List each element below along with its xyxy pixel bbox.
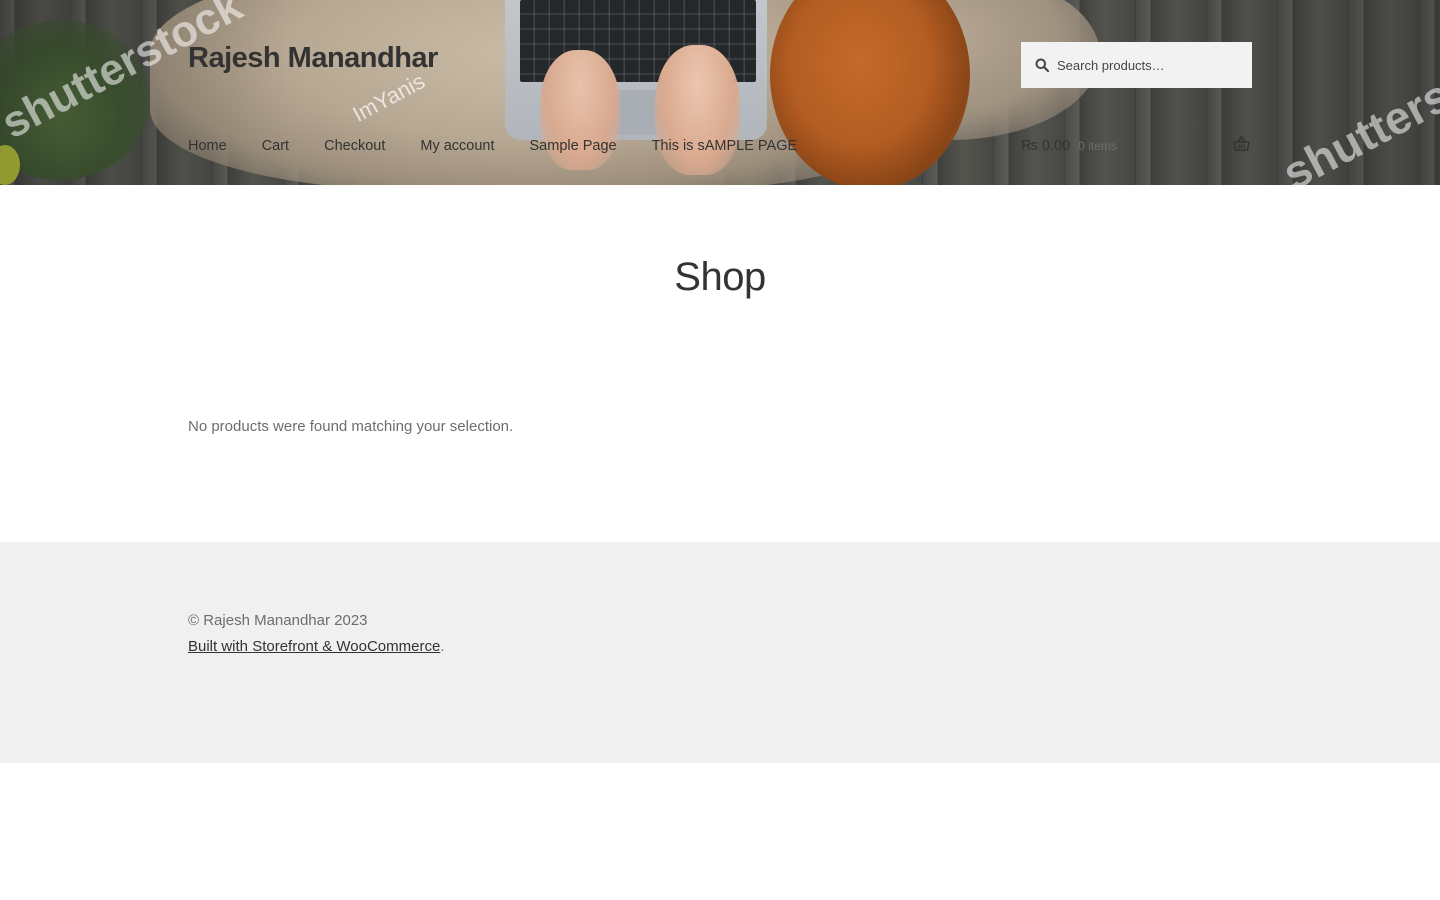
footer-credit-suffix: . — [440, 638, 445, 655]
header-image-laptop — [505, 0, 767, 140]
page-title: Shop — [674, 255, 766, 299]
site-branding: Rajesh Manandhar — [188, 42, 438, 75]
watermark-center: ImYanis — [348, 68, 429, 127]
header-image-keyboard — [520, 0, 756, 82]
watermark-right: shutterstock — [1273, 24, 1440, 185]
cart-amount: ₨ 0.00 — [1021, 138, 1071, 154]
nav-item-cart[interactable]: Cart — [262, 135, 289, 157]
nav-item-sample-page[interactable]: Sample Page — [530, 135, 617, 157]
footer-credit: Built with Storefront & WooCommerce. — [188, 638, 444, 655]
header-image-trackpad — [588, 90, 696, 135]
footer-copyright: © Rajesh Manandhar 2023 — [188, 612, 368, 629]
nav-item-this-is-sample-page[interactable]: This is sAMPLE PAGE — [652, 135, 798, 157]
shopping-basket-icon — [1233, 135, 1250, 156]
header-image-shade — [0, 0, 1440, 185]
cart-item-count: 0 items — [1078, 139, 1117, 153]
primary-navigation: Home Cart Checkout My account Sample Pag… — [188, 135, 832, 157]
header-image-blanket — [150, 0, 910, 185]
site-title-link[interactable]: Rajesh Manandhar — [188, 42, 438, 75]
header-image-dog — [770, 0, 970, 185]
footer-credit-link[interactable]: Built with Storefront & WooCommerce — [188, 638, 440, 655]
nav-item-my-account[interactable]: My account — [420, 135, 494, 157]
header-cart-link[interactable]: ₨ 0.00 0 items — [1021, 135, 1252, 157]
nav-item-checkout[interactable]: Checkout — [324, 135, 385, 157]
site-footer: © Rajesh Manandhar 2023 Built with Store… — [0, 542, 1440, 763]
no-products-notice: No products were found matching your sel… — [188, 418, 514, 435]
header-image-fruit — [0, 145, 20, 185]
search-input[interactable] — [1057, 42, 1247, 88]
nav-item-home[interactable]: Home — [188, 135, 227, 157]
header-image-plant — [0, 20, 150, 180]
search-icon — [1021, 42, 1057, 88]
site-header: shutterstock shutterstock ImYanis Rajesh… — [0, 0, 1440, 185]
product-search-form — [1021, 42, 1252, 88]
